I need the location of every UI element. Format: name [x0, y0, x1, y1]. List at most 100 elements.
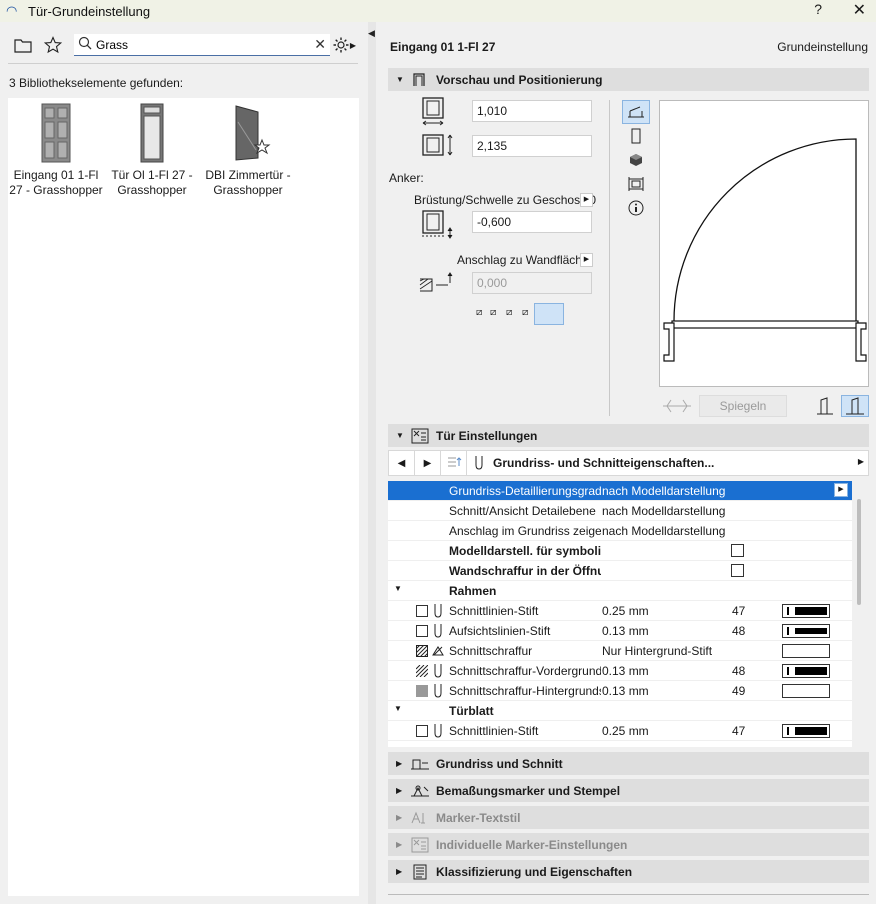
table-row[interactable]: Aufsichtslinien-Stift 0.13 mm 48: [388, 621, 852, 641]
anchor-opt-4-icon[interactable]: ⧄: [522, 307, 528, 318]
row-label: Schnittlinien-Stift: [449, 604, 539, 618]
settings-table: Grundriss-Detaillierungsgrad nach Modell…: [388, 481, 852, 747]
section-plan-section[interactable]: ▶ Grundriss und Schnitt: [388, 752, 869, 775]
table-row[interactable]: Schnittschraffur Nur Hintergrund-Stift: [388, 641, 852, 661]
pen-swatch[interactable]: [782, 664, 830, 678]
table-row[interactable]: Modelldarstell. für symboli...: [388, 541, 852, 561]
pen-swatch[interactable]: [782, 724, 830, 738]
reveal-field: 0,000: [472, 272, 592, 294]
elevation-view-icon[interactable]: [622, 124, 650, 148]
pen-swatch[interactable]: [782, 624, 830, 638]
pen-swatch[interactable]: [782, 644, 830, 658]
expand-triangle-icon: ▶: [396, 867, 403, 876]
table-row[interactable]: Schnittschraffur-Hintergrunds... 0.13 mm…: [388, 681, 852, 701]
width-field[interactable]: 1,010: [472, 100, 592, 122]
table-group-row[interactable]: ▼ Türblatt: [388, 701, 852, 721]
next-page-button[interactable]: ▶: [415, 451, 441, 475]
door-preview-canvas: [659, 100, 869, 387]
section-classification[interactable]: ▶ Klassifizierung und Eigenschaften: [388, 860, 869, 883]
section-dimension-markers[interactable]: ▶ Bemaßungsmarker und Stempel: [388, 779, 869, 802]
expand-arrow-icon[interactable]: ▶: [348, 34, 358, 56]
table-row[interactable]: Schnitt/Ansicht Detailebene nach Modelld…: [388, 501, 852, 521]
table-row[interactable]: Wandschraffur in der Öffnu...: [388, 561, 852, 581]
anchor-opt-2-icon[interactable]: ⧄: [490, 307, 496, 318]
section-preview[interactable]: ▼ Vorschau und Positionierung: [388, 68, 869, 91]
row-value: 0.25 mm: [602, 724, 649, 738]
mirror-button[interactable]: Spiegeln: [699, 395, 787, 417]
anchor-opt-3-icon[interactable]: ⧄: [506, 307, 512, 318]
collapse-triangle-icon[interactable]: ▼: [394, 704, 402, 713]
expand-triangle-icon: ▶: [396, 786, 403, 795]
panel-divider[interactable]: ◀: [368, 22, 376, 904]
pen-swatch[interactable]: [782, 604, 830, 618]
row-checkbox[interactable]: [731, 544, 744, 557]
height-field[interactable]: 2,135: [472, 135, 592, 157]
section-title: Vorschau und Positionierung: [436, 72, 603, 87]
reveal-dropdown-icon[interactable]: ▶: [580, 253, 593, 267]
row-dropdown-icon[interactable]: ▶: [834, 483, 848, 497]
anchor-opt-active-icon[interactable]: [534, 303, 564, 325]
element-name: Eingang 01 1-Fl 27: [390, 40, 496, 54]
table-scrollbar[interactable]: [857, 499, 861, 605]
sill-dropdown-icon[interactable]: ▶: [580, 193, 593, 207]
section-door-settings[interactable]: ▼ Tür Einstellungen: [388, 424, 869, 447]
subpanel-menu-arrow-icon[interactable]: ▶: [858, 457, 864, 466]
search-input[interactable]: [96, 37, 296, 52]
page-list-icon[interactable]: [441, 451, 467, 475]
door-settings-icon: [410, 428, 430, 444]
mirror-3d-icon: [659, 395, 695, 420]
anchor-opt-1-icon[interactable]: ⧄: [476, 307, 482, 318]
table-row[interactable]: Schnittschraffur-Vordergrund... 0.13 mm …: [388, 661, 852, 681]
3d-view-icon[interactable]: [622, 148, 650, 172]
hatch-edit-icon: [432, 643, 444, 659]
expand-triangle-icon: ▶: [396, 759, 403, 768]
bottom-separator: [388, 894, 869, 895]
sill-label: Brüstung/Schwelle zu Geschoss 0: [414, 193, 597, 207]
folder-icon[interactable]: [12, 34, 34, 56]
preview-view-tools: [622, 100, 654, 220]
vertical-separator: [609, 100, 610, 416]
row-label: Aufsichtslinien-Stift: [449, 624, 551, 638]
section-marker-text[interactable]: ▶ Marker-Textstil: [388, 806, 869, 829]
table-group-row[interactable]: ▼ Rahmen: [388, 581, 852, 601]
library-item-dbi[interactable]: DBI Zimmertür - Grasshopper: [200, 102, 296, 198]
expand-triangle-icon: ▶: [396, 813, 403, 822]
group-label: Rahmen: [449, 584, 497, 598]
collapse-arrow-icon[interactable]: ◀: [368, 28, 375, 39]
section-view-icon[interactable]: [622, 172, 650, 196]
table-row[interactable]: Anschlag im Grundriss zeigen nach Modell…: [388, 521, 852, 541]
table-row[interactable]: Grundriss-Detaillierungsgrad nach Modell…: [388, 481, 852, 501]
expand-triangle-icon: ▶: [396, 840, 403, 849]
library-item-eingang[interactable]: Eingang 01 1-Fl 27 - Grasshopper: [8, 102, 104, 198]
sill-field[interactable]: -0,600: [472, 211, 592, 233]
row-checkbox[interactable]: [731, 564, 744, 577]
search-box[interactable]: ✕: [74, 34, 330, 56]
clear-search-icon[interactable]: ✕: [314, 36, 326, 53]
window-title: Tür-Grundeinstellung: [28, 3, 151, 19]
mirror-left-icon[interactable]: [813, 395, 837, 417]
prev-page-button[interactable]: ◀: [389, 451, 415, 475]
pen-swatch[interactable]: [782, 684, 830, 698]
table-row[interactable]: Schnittlinien-Stift 0.25 mm 47: [388, 721, 852, 741]
reveal-icon: [418, 269, 456, 298]
width-icon: [420, 96, 448, 129]
close-button[interactable]: ✕: [853, 0, 866, 20]
outline-box-icon: [416, 625, 428, 637]
collapse-triangle-icon[interactable]: ▼: [394, 584, 402, 593]
table-row[interactable]: Schnittlinien-Stift 0.25 mm 47: [388, 601, 852, 621]
library-item-tuer-ol[interactable]: Tür Ol 1-Fl 27 - Grasshopper: [104, 102, 200, 198]
row-label: Schnittlinien-Stift: [449, 724, 539, 738]
help-button[interactable]: ?: [814, 1, 822, 17]
open-door-thumbnail-icon: [218, 102, 278, 164]
section-marker-custom[interactable]: ▶ Individuelle Marker-Einstellungen: [388, 833, 869, 856]
star-icon[interactable]: [42, 34, 64, 56]
section-title: Bemaßungsmarker und Stempel: [436, 783, 621, 798]
mirror-right-icon[interactable]: [841, 395, 869, 417]
floorplan-view-icon[interactable]: [622, 100, 650, 124]
library-item-label: Tür Ol 1-Fl 27 - Grasshopper: [111, 168, 193, 197]
row-pen-number: 47: [732, 604, 746, 618]
info-icon[interactable]: [622, 196, 650, 220]
row-value: Nur Hintergrund-Stift: [602, 644, 713, 658]
settings-mode: Grundeinstellung: [777, 40, 868, 54]
row-value: nach Modelldarstellung: [602, 484, 726, 498]
